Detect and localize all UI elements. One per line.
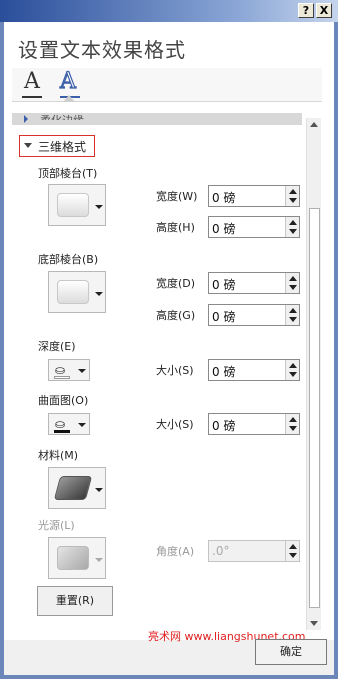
contour-size-spinner[interactable]: 0 磅	[208, 413, 300, 435]
paint-bucket-icon: ⛀	[55, 417, 66, 431]
spin-down-icon[interactable]	[289, 229, 297, 234]
bevel-preview-icon	[57, 280, 89, 304]
spinner-value: 0 磅	[212, 222, 236, 236]
spin-up-icon[interactable]	[289, 276, 297, 281]
material-label: 材料(M)	[38, 449, 79, 462]
tab-text-effects[interactable]: A	[59, 68, 76, 94]
spin-down-icon[interactable]	[289, 285, 297, 290]
spinner-value: 0 磅	[212, 278, 236, 292]
reset-button[interactable]: 重置(R)	[37, 586, 113, 616]
section-3d-format-header[interactable]: 三维格式	[38, 138, 86, 155]
material-preview-icon	[53, 476, 93, 500]
active-tab-pointer	[63, 95, 75, 102]
spin-up-icon[interactable]	[289, 189, 297, 194]
caret-down-icon	[78, 369, 86, 373]
text-fill-outline-icon	[22, 96, 42, 98]
depth-color-dropdown[interactable]: ⛀	[48, 359, 90, 381]
lighting-dropdown[interactable]	[48, 537, 106, 579]
window-titlebar: ? X	[0, 0, 338, 22]
spinner-value: 0 磅	[212, 191, 236, 205]
caret-down-icon	[95, 205, 103, 209]
spinner-arrows[interactable]	[285, 273, 299, 293]
collapsed-section-label: 柔化边缘	[40, 112, 84, 120]
lighting-preview-icon	[57, 546, 89, 570]
spin-down-icon[interactable]	[289, 426, 297, 431]
bevel-preview-icon	[57, 193, 89, 217]
lighting-angle-spinner[interactable]: .0°	[208, 540, 300, 562]
lighting-label: 光源(L)	[38, 519, 75, 532]
material-dropdown[interactable]	[48, 467, 106, 509]
contour-label: 曲面图(O)	[38, 394, 89, 407]
vertical-scrollbar[interactable]	[306, 118, 321, 630]
chevron-down-icon	[24, 143, 32, 148]
spin-down-icon[interactable]	[289, 317, 297, 322]
top-bevel-width-label: 宽度(W)	[156, 190, 198, 203]
caret-down-icon	[78, 423, 86, 427]
spinner-value: 0 磅	[212, 419, 236, 433]
depth-size-label: 大小(S)	[156, 364, 194, 377]
lighting-angle-label: 角度(A)	[156, 545, 195, 558]
help-button[interactable]: ?	[298, 3, 314, 18]
pane-title: 设置文本效果格式	[18, 38, 186, 62]
spinner-arrows[interactable]	[285, 186, 299, 206]
ok-button[interactable]: 确定	[255, 639, 327, 665]
bottom-bevel-height-label: 高度(G)	[156, 309, 196, 322]
contour-color-dropdown[interactable]: ⛀	[48, 413, 90, 435]
spinner-arrows[interactable]	[285, 414, 299, 434]
spin-up-icon[interactable]	[289, 220, 297, 225]
scroll-down-icon[interactable]	[310, 621, 318, 626]
spin-down-icon[interactable]	[289, 372, 297, 377]
spinner-value: 0 磅	[212, 310, 236, 324]
caret-down-icon	[95, 488, 103, 492]
top-bevel-dropdown[interactable]	[48, 184, 106, 226]
caret-down-icon	[95, 558, 103, 562]
spinner-arrows[interactable]	[285, 305, 299, 325]
spin-up-icon[interactable]	[289, 544, 297, 549]
scroll-up-icon[interactable]	[310, 122, 318, 127]
spin-up-icon[interactable]	[289, 308, 297, 313]
caret-down-icon	[95, 292, 103, 296]
spinner-value: 0 磅	[212, 365, 236, 379]
tab-text-fill-outline[interactable]: A	[24, 69, 40, 94]
chevron-right-icon	[24, 115, 28, 123]
spinner-arrows[interactable]	[285, 217, 299, 237]
bottom-bevel-dropdown[interactable]	[48, 271, 106, 313]
tab-bar	[12, 68, 322, 102]
top-bevel-label: 顶部棱台(T)	[38, 167, 98, 180]
bottom-bevel-height-spinner[interactable]: 0 磅	[208, 304, 300, 326]
spin-down-icon[interactable]	[289, 553, 297, 558]
color-bar	[54, 430, 70, 433]
top-bevel-height-spinner[interactable]: 0 磅	[208, 216, 300, 238]
bottom-bevel-width-label: 宽度(D)	[156, 277, 196, 290]
bottom-bevel-width-spinner[interactable]: 0 磅	[208, 272, 300, 294]
top-bevel-width-spinner[interactable]: 0 磅	[208, 185, 300, 207]
depth-size-spinner[interactable]: 0 磅	[208, 359, 300, 381]
spinner-value: .0°	[212, 544, 230, 558]
bottom-bevel-label: 底部棱台(B)	[38, 253, 99, 266]
scroll-thumb[interactable]	[309, 208, 320, 608]
depth-label: 深度(E)	[38, 340, 76, 353]
spin-up-icon[interactable]	[289, 417, 297, 422]
spinner-arrows[interactable]	[285, 541, 299, 561]
spinner-arrows[interactable]	[285, 360, 299, 380]
paint-bucket-icon: ⛀	[55, 363, 66, 377]
contour-size-label: 大小(S)	[156, 418, 194, 431]
spin-up-icon[interactable]	[289, 363, 297, 368]
color-bar	[54, 376, 70, 379]
spin-down-icon[interactable]	[289, 198, 297, 203]
close-button[interactable]: X	[316, 3, 332, 18]
top-bevel-height-label: 高度(H)	[156, 221, 195, 234]
